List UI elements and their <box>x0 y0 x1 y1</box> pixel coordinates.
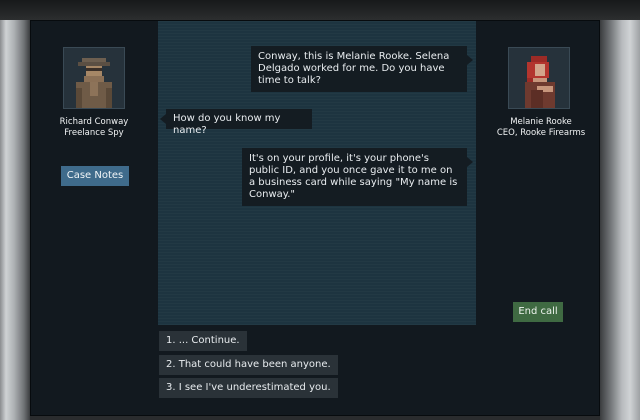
phone-call-screen: Conway, this is Melanie Rooke. Selena De… <box>30 20 600 416</box>
red-haired-woman-portrait-icon <box>509 48 569 108</box>
bubble-tail <box>467 55 473 65</box>
end-call-button[interactable]: End call <box>513 302 563 322</box>
contact-info: Melanie Rooke CEO, Rooke Firearms <box>489 117 593 139</box>
caller-title: Freelance Spy <box>64 128 124 138</box>
bubble-tail <box>160 114 166 124</box>
contact-name: Melanie Rooke <box>510 117 572 127</box>
message-bubble-caller-1: How do you know my name? <box>160 109 312 136</box>
caller-portrait <box>63 47 125 109</box>
dialogue-choice-3[interactable]: 3. I see I've underestimated you. <box>159 378 338 398</box>
caller-name: Richard Conway <box>59 117 129 127</box>
message-text: How do you know my name? <box>173 113 281 136</box>
caller-info: Richard Conway Freelance Spy <box>49 117 139 139</box>
detective-portrait-icon <box>64 48 124 108</box>
message-text: It's on your profile, it's your phone's … <box>249 153 458 200</box>
message-text: Conway, this is Melanie Rooke. Selena De… <box>258 51 450 86</box>
contact-portrait <box>508 47 570 109</box>
conversation-panel: Conway, this is Melanie Rooke. Selena De… <box>158 21 476 325</box>
contact-title: CEO, Rooke Firearms <box>496 128 586 138</box>
message-bubble-contact-1: Conway, this is Melanie Rooke. Selena De… <box>251 46 473 92</box>
bubble-tail <box>467 157 473 167</box>
window-top-edge <box>0 0 640 20</box>
message-bubble-contact-2: It's on your profile, it's your phone's … <box>242 148 473 206</box>
case-notes-button[interactable]: Case Notes <box>61 166 129 186</box>
window-left-edge <box>0 20 30 420</box>
dialogue-choice-1[interactable]: 1. ... Continue. <box>159 331 247 351</box>
dialogue-choice-2[interactable]: 2. That could have been anyone. <box>159 355 338 375</box>
window-right-edge <box>600 20 640 420</box>
